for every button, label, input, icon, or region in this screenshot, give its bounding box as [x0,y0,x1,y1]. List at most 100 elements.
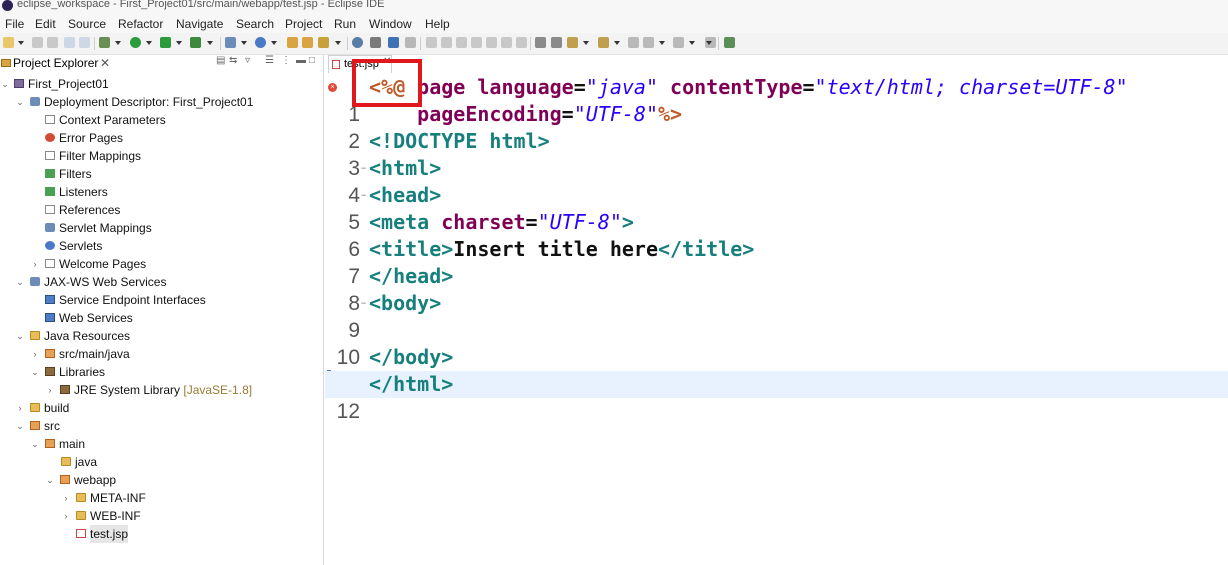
run-dropdown-icon[interactable] [146,41,152,45]
fold-icon[interactable]: − [361,182,366,209]
maximize-icon[interactable]: □ [309,55,315,66]
tree-item[interactable]: ⌄ webapp [0,471,322,489]
code-line[interactable]: 10 [325,317,1228,369]
view-menu-icon[interactable]: ☰ [265,55,274,66]
tree-item[interactable]: Context Parameters [0,111,322,129]
tree-item[interactable]: ⌄ main [0,435,322,453]
tree-item[interactable]: › WEB-INF [0,507,322,525]
forward-alt-dropdown-icon[interactable] [706,41,712,45]
word-wrap-icon[interactable] [551,37,562,48]
tree-item[interactable]: References [0,201,322,219]
more-icon[interactable]: ⋮ [281,55,291,66]
tree-item[interactable]: Listeners [0,183,322,201]
chevron-right-icon[interactable]: › [45,381,55,399]
chevron-right-icon[interactable]: › [61,507,71,525]
menu-project[interactable]: Project [285,15,322,34]
coverage-dropdown-icon[interactable] [176,41,182,45]
code-editor[interactable]: × 1 <%@ page language="java" contentType… [325,73,1228,565]
menu-window[interactable]: Window [369,15,412,34]
tree-item[interactable]: Web Services [0,309,322,327]
step-over-icon[interactable] [501,37,512,48]
code-line[interactable]: 6 <meta charset="UTF-8"> [325,209,1228,261]
search-dropdown-icon[interactable] [335,41,341,45]
suspend-icon[interactable] [441,37,452,48]
toggle-mark-icon[interactable] [388,37,399,48]
external-tools-dropdown-icon[interactable] [207,41,213,45]
tree-item[interactable]: › META-INF [0,489,322,507]
code-line[interactable]: 11 </body> [325,344,1228,396]
collapse-all-icon[interactable]: ▤ [216,55,225,66]
code-line[interactable]: 4 − <html> [325,155,1228,207]
chevron-right-icon[interactable]: › [30,345,40,363]
tree-item[interactable]: ⌄ Deployment Descriptor: First_Project01 [0,93,322,111]
back-icon[interactable] [643,37,654,48]
undo-icon[interactable] [64,37,75,48]
disconnect-icon[interactable] [471,37,482,48]
coverage-icon[interactable] [160,37,171,48]
terminate-icon[interactable] [456,37,467,48]
prev-annotation-dropdown-icon[interactable] [614,41,620,45]
fold-icon[interactable]: − [361,155,366,182]
tree-item[interactable]: ⌄ src [0,417,322,435]
code-line[interactable]: 9 − <body> [325,290,1228,342]
prev-annotation-icon[interactable] [598,37,609,48]
minimize-icon[interactable]: ▬ [296,55,306,66]
run-icon[interactable] [130,37,141,48]
menu-search[interactable]: Search [236,15,274,34]
new-server-dropdown-icon[interactable] [241,41,247,45]
debug-icon[interactable] [99,37,110,48]
tree-item[interactable]: Servlets [0,237,322,255]
chevron-down-icon[interactable]: ⌄ [15,273,25,291]
tree-item[interactable]: ⌄ Java Resources [0,327,322,345]
last-edit-location-icon[interactable] [628,37,639,48]
annotation-icon[interactable] [370,37,381,48]
code-line[interactable]: 5 − <head> [325,182,1228,234]
menu-navigate[interactable]: Navigate [176,15,223,34]
tree-item[interactable]: java [0,453,322,471]
step-into-icon[interactable] [486,37,497,48]
forward-dropdown-icon[interactable] [689,41,695,45]
open-resource-icon[interactable] [302,37,313,48]
menu-refactor[interactable]: Refactor [118,15,163,34]
new-icon[interactable] [3,37,14,48]
step-return-icon[interactable] [516,37,527,48]
chevron-down-icon[interactable]: ⌄ [30,363,40,381]
next-annotation-icon[interactable] [567,37,578,48]
code-line[interactable]: 2 pageEncoding="UTF-8"%> [325,101,1228,153]
code-line[interactable]: 1 <%@ page language="java" contentType="… [325,74,1228,126]
menu-edit[interactable]: Edit [35,15,56,34]
tree-item[interactable]: Error Pages [0,129,322,147]
tree-item[interactable]: › Welcome Pages [0,255,322,273]
open-type-icon[interactable] [287,37,298,48]
menu-run[interactable]: Run [334,15,356,34]
debug-dropdown-icon[interactable] [115,41,121,45]
project-explorer-tab[interactable]: Project Explorer ✕ [0,55,118,72]
search-icon[interactable] [318,37,329,48]
chevron-down-icon[interactable]: ⌄ [15,417,25,435]
tree-item[interactable]: › src/main/java [0,345,322,363]
menu-help[interactable]: Help [425,15,450,34]
tree-item[interactable]: Filters [0,165,322,183]
code-line[interactable]: 7 <title>Insert title here</title> [325,236,1228,288]
filter-icon[interactable]: ▿ [245,55,250,66]
tree-item[interactable]: Service Endpoint Interfaces [0,291,322,309]
code-line[interactable]: 3 <!DOCTYPE html> [325,128,1228,180]
forward-icon[interactable] [673,37,684,48]
tree-item-selected[interactable]: test.jsp [0,525,322,543]
tree-item[interactable]: ⌄ First_Project01 [0,75,322,93]
external-tools-icon[interactable] [190,37,201,48]
tree-item[interactable]: › JRE System Library [JavaSE-1.8] [0,381,322,399]
tree-item[interactable]: ⌄ JAX-WS Web Services [0,273,322,291]
next-annotation-dropdown-icon[interactable] [583,41,589,45]
chevron-down-icon[interactable]: ⌄ [30,435,40,453]
code-line-current[interactable]: 12 </html> [325,371,1228,423]
close-icon[interactable]: ✕ [100,55,110,72]
tree-item[interactable]: Filter Mappings [0,147,322,165]
tree-item[interactable]: Servlet Mappings [0,219,322,237]
save-icon[interactable] [32,37,43,48]
new-server-icon[interactable] [225,37,236,48]
new-class-icon[interactable] [255,37,266,48]
menu-file[interactable]: File [5,15,24,34]
chevron-down-icon[interactable]: ⌄ [0,75,10,93]
link-with-editor-icon[interactable]: ⇆ [229,55,237,66]
